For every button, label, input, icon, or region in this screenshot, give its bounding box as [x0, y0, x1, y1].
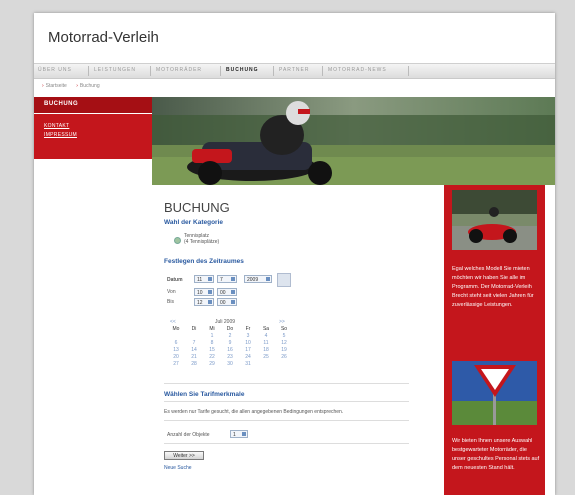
page-title: BUCHUNG	[164, 200, 230, 215]
calendar-month: Juli 2009	[215, 319, 236, 325]
calendar-day[interactable]: 16	[221, 347, 239, 353]
weekday-sa: Sa	[262, 326, 270, 332]
calendar-day[interactable]: 5	[275, 333, 293, 339]
main-navigation: ÜBER UNS LEISTUNGEN MOTORRÄDER BUCHUNG P…	[34, 63, 555, 79]
calendar-day[interactable]: 23	[221, 354, 239, 360]
weekday-do: Do	[226, 326, 234, 332]
calendar-prev-button[interactable]: <<	[170, 319, 176, 325]
sidebar-header: BUCHUNG	[34, 97, 152, 114]
divider	[164, 420, 409, 421]
calendar-day[interactable]: 31	[239, 361, 257, 367]
calendar-day[interactable]: 28	[185, 361, 203, 367]
nav-divider	[408, 66, 409, 76]
from-minute-select[interactable]: 00	[217, 288, 237, 296]
tariff-info-text: Es werden nur Tarife gesucht, die allen …	[164, 409, 344, 415]
calendar-picker-icon[interactable]	[277, 273, 291, 287]
calendar-day[interactable]: 26	[275, 354, 293, 360]
to-label: Bis	[167, 299, 174, 305]
calendar-day[interactable]: 17	[239, 347, 257, 353]
nav-divider	[273, 66, 274, 76]
calendar-day[interactable]: 1	[203, 333, 221, 339]
calendar-day[interactable]: 21	[185, 354, 203, 360]
calendar-day[interactable]: 29	[203, 361, 221, 367]
day-select[interactable]: 11	[194, 275, 214, 283]
breadcrumb-startseite[interactable]: Startseite	[46, 83, 67, 89]
to-minute-select[interactable]: 00	[217, 298, 237, 306]
category-heading: Wahl der Kategorie	[164, 219, 223, 226]
nav-item-buchung[interactable]: BUCHUNG	[226, 67, 259, 73]
period-heading: Festlegen des Zeitraumes	[164, 258, 244, 265]
to-hour-select[interactable]: 12	[194, 298, 214, 306]
calendar-day[interactable]: 30	[221, 361, 239, 367]
from-hour-select[interactable]: 10	[194, 288, 214, 296]
weekday-mo: Mo	[172, 326, 180, 332]
sidebar: BUCHUNG KONTAKT IMPRESSUM	[34, 97, 152, 159]
nav-divider	[150, 66, 151, 76]
right-sidebar-text-1: Egal welches Modell Sie mieten möchten w…	[452, 266, 534, 308]
calendar-day[interactable]: 14	[185, 347, 203, 353]
motorcycle-photo	[452, 190, 537, 250]
calendar-day[interactable]: 2	[221, 333, 239, 339]
from-label: Von	[167, 289, 176, 295]
calendar-day[interactable]: 27	[167, 361, 185, 367]
calendar-day[interactable]: 6	[167, 340, 185, 346]
nav-divider	[322, 66, 323, 76]
breadcrumb-buchung[interactable]: Buchung	[80, 83, 100, 89]
calendar-day[interactable]: 22	[203, 354, 221, 360]
object-count-select[interactable]: 1	[230, 430, 248, 438]
right-sidebar-text-2: Wir bieten Ihnen unsere Auswahl bestgewa…	[452, 438, 540, 471]
calendar-day[interactable]: 9	[221, 340, 239, 346]
sidebar-heading[interactable]: BUCHUNG	[44, 101, 78, 107]
category-option-line2: (4 Tennisplätze)	[184, 239, 220, 245]
weekday-fr: Fr	[245, 326, 251, 332]
divider	[164, 401, 409, 402]
hero-image-motorcycle-rider	[152, 97, 555, 185]
divider	[164, 443, 409, 444]
nav-item-leistungen[interactable]: LEISTUNGEN	[94, 67, 136, 73]
tariff-heading: Wählen Sie Tarifmerkmale	[164, 391, 245, 398]
weekday-so: So	[280, 326, 288, 332]
divider	[164, 383, 409, 384]
month-select[interactable]: 7	[217, 275, 237, 283]
nav-divider	[220, 66, 221, 76]
nav-item-ueber-uns[interactable]: ÜBER UNS	[38, 67, 72, 73]
right-sidebar: Egal welches Modell Sie mieten möchten w…	[444, 185, 545, 495]
nav-item-motorraeder[interactable]: MOTORRÄDER	[156, 67, 202, 73]
object-count-label: Anzahl der Objekte	[167, 432, 210, 438]
calendar-next-button[interactable]: >>	[279, 319, 285, 325]
weekday-di: Di	[191, 326, 197, 332]
new-search-link[interactable]: Neue Suche	[164, 465, 192, 471]
calendar-day[interactable]: 18	[257, 347, 275, 353]
sidebar-link-impressum[interactable]: IMPRESSUM	[44, 132, 77, 138]
calendar-day[interactable]: 20	[167, 354, 185, 360]
nav-divider	[88, 66, 89, 76]
calendar-day[interactable]: 25	[257, 354, 275, 360]
calendar-day[interactable]: 24	[239, 354, 257, 360]
category-radio[interactable]	[174, 237, 181, 244]
calendar-day[interactable]: 4	[257, 333, 275, 339]
date-label: Datum	[167, 277, 183, 283]
calendar-day[interactable]: 7	[185, 340, 203, 346]
calendar-day[interactable]: 12	[275, 340, 293, 346]
nav-item-partner[interactable]: PARTNER	[279, 67, 309, 73]
breadcrumb-arrow-icon: ›	[76, 83, 78, 89]
sidebar-link-kontakt[interactable]: KONTAKT	[44, 123, 69, 129]
calendar-day[interactable]: 19	[275, 347, 293, 353]
breadcrumb: › Startseite › Buchung	[42, 83, 108, 89]
next-button[interactable]: Weiter >>	[164, 451, 204, 460]
site-title: Motorrad-Verleih	[48, 29, 159, 46]
calendar-day[interactable]: 11	[257, 340, 275, 346]
nav-item-motorrad-news[interactable]: MOTORRAD-NEWS	[328, 67, 387, 73]
year-select[interactable]: 2009	[244, 275, 272, 283]
breadcrumb-arrow-icon: ›	[42, 83, 44, 89]
page-container: Motorrad-Verleih ÜBER UNS LEISTUNGEN MOT…	[34, 13, 555, 495]
yield-sign-photo	[452, 361, 537, 425]
calendar-day[interactable]: 3	[239, 333, 257, 339]
calendar-day[interactable]: 13	[167, 347, 185, 353]
calendar-day[interactable]: 10	[239, 340, 257, 346]
calendar-day[interactable]: 15	[203, 347, 221, 353]
calendar-day[interactable]: 8	[203, 340, 221, 346]
weekday-mi: Mi	[209, 326, 215, 332]
